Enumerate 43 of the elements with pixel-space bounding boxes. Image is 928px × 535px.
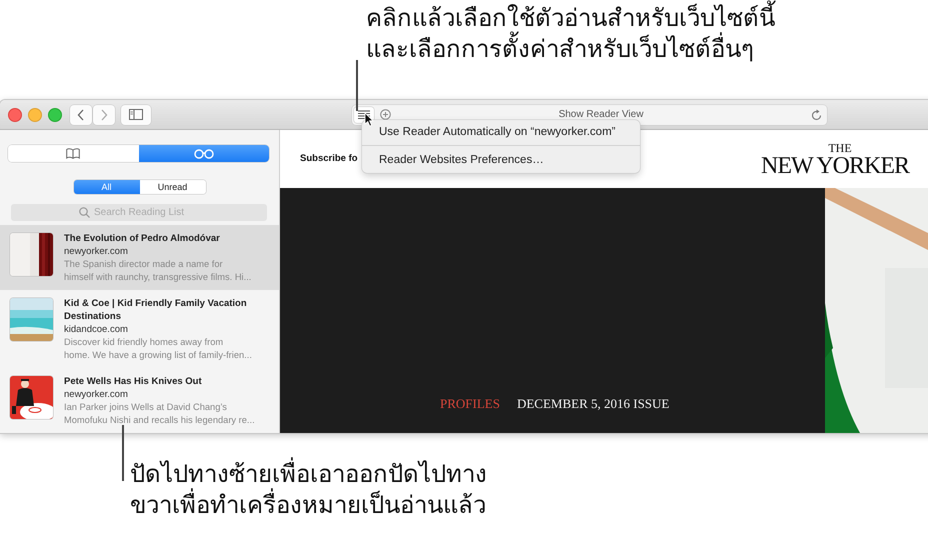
close-button[interactable] (8, 108, 22, 122)
glasses-icon (192, 148, 215, 158)
leader-line (122, 425, 124, 481)
item-site: newyorker.com (64, 388, 129, 401)
filter-tab[interactable]: Unread (140, 180, 206, 194)
back-button[interactable] (70, 104, 92, 124)
item-summary: The Spanish director made a name for himself with raunchy, transgressive films. Hi... (64, 258, 252, 284)
item-summary: Ian Parker joins Wells at David Chang’s Momofuku Nishi and recalls his legendary re... (64, 401, 255, 427)
callout-text: คลิกแล้วเลือกใช้ตัวอ่านสำหรับเว็บไซต์นี้ และเลือกการตั้งค่าสำหรับเว็บไซต์อื่นๆ (366, 3, 775, 65)
callout-text: ปัดไปทางซ้ายเพื่อเอาออกปัดไปทาง ขวาเพื่อทำเครื่องหมายเป็นอ่านแล้ว (130, 459, 487, 521)
zoom-button[interactable] (48, 108, 62, 122)
reading-list-item[interactable]: Kid & Coe | Kid Friendly Family Vacation Destinations kidandcoe.com Discover kid friendly homes away from home. We have a growing list of family-frien... (0, 290, 279, 368)
reload-icon[interactable] (811, 108, 822, 120)
chevron-right-icon (100, 108, 108, 120)
menu-item[interactable]: Use Reader Automatically on “newyorker.com” (362, 123, 640, 142)
book-icon (66, 148, 80, 159)
sidebar-icon (129, 109, 143, 120)
lines-icon (358, 110, 370, 119)
logo-text: NEW YORKER (761, 154, 909, 178)
item-summary: Discover kid friendly homes away from home. We have a growing list of family-frien... (64, 336, 253, 362)
item-title: Pete Wells Has His Knives Out (64, 375, 203, 388)
cursor-icon (364, 112, 374, 127)
address-text: Show Reader View (558, 108, 644, 120)
logo-text: THE (828, 142, 852, 154)
search-icon (79, 207, 90, 218)
item-site: newyorker.com (64, 245, 129, 258)
sidebar-button[interactable] (121, 104, 151, 124)
minimize-button[interactable] (28, 108, 42, 122)
reading-list-item[interactable]: The Evolution of Pedro Almodóvar newyorker.com The Spanish director made a name for himself with raunchy, transgressive films. Hi... (0, 225, 279, 290)
item-title: The Evolution of Pedro Almodóvar (64, 232, 221, 245)
add-icon[interactable] (380, 109, 391, 120)
subscribe-link[interactable]: Subscribe fo (300, 153, 358, 164)
menu-item[interactable]: Reader Websites Preferences… (362, 151, 640, 170)
search-field[interactable]: Search Reading List (11, 204, 267, 221)
reading-list-item[interactable]: Pete Wells Has His Knives Out newyorker.com Ian Parker joins Wells at David Chang’s Momofuku Nishi and recalls his legendary re... (0, 368, 279, 433)
issue-date: DECEMBER 5, 2016 ISSUE (516, 396, 670, 412)
bookmarks-tab[interactable] (8, 145, 138, 162)
leader-line (356, 60, 358, 111)
item-site: kidandcoe.com (64, 323, 129, 336)
chevron-left-icon (77, 108, 85, 120)
item-title: Kid & Coe | Kid Friendly Family Vacation Destinations (64, 297, 248, 323)
section-label[interactable]: PROFILES (440, 396, 500, 412)
reading-list-tab[interactable] (138, 145, 269, 162)
